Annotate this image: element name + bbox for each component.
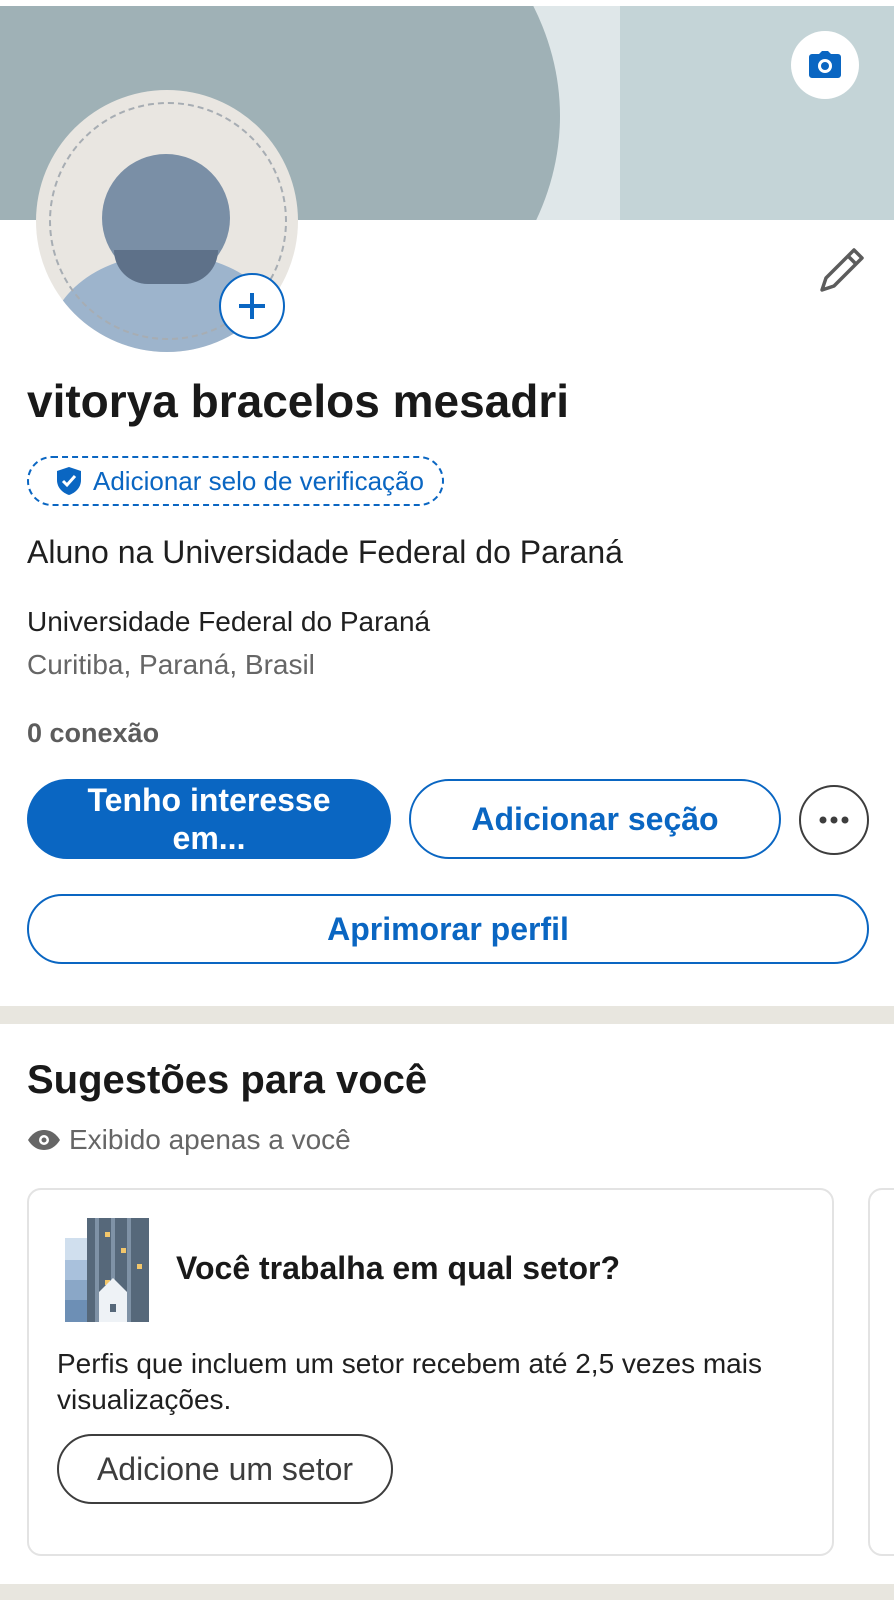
- edit-cover-button[interactable]: [791, 31, 859, 99]
- improve-profile-button[interactable]: Aprimorar perfil: [27, 894, 869, 964]
- next-suggestion-card[interactable]: [868, 1188, 894, 1556]
- more-icon: [819, 816, 849, 824]
- suggestions-title: Sugestões para você: [27, 1058, 428, 1102]
- industry-illustration: [65, 1218, 149, 1322]
- card-text: Perfis que incluem um setor recebem até …: [57, 1348, 762, 1415]
- visibility-note: Exibido apenas a você: [27, 1124, 351, 1156]
- verify-label: Adicionar selo de verificação: [93, 465, 424, 496]
- interest-button[interactable]: Tenho interesse em...: [27, 779, 391, 859]
- plus-icon: [239, 293, 265, 319]
- more-button[interactable]: [799, 785, 869, 855]
- add-industry-button[interactable]: Adicione um setor: [57, 1434, 393, 1504]
- profile-name: vitorya bracelos mesadri: [27, 375, 570, 427]
- profile-school[interactable]: Universidade Federal do Paraná: [27, 606, 430, 638]
- shield-check-icon: [57, 467, 81, 495]
- add-verification-button[interactable]: Adicionar selo de verificação: [27, 456, 444, 506]
- suggestion-card: Você trabalha em qual setor? Perfis que …: [27, 1188, 834, 1556]
- section-divider: [0, 1584, 894, 1600]
- connections-count[interactable]: 0 conexão: [27, 718, 159, 749]
- pencil-icon: [820, 248, 864, 292]
- camera-icon: [809, 51, 841, 78]
- visibility-text: Exibido apenas a você: [69, 1124, 351, 1155]
- interest-label: Tenho interesse em...: [87, 782, 331, 856]
- edit-profile-button[interactable]: [818, 246, 866, 294]
- card-title: Você trabalha em qual setor?: [176, 1250, 620, 1286]
- profile-headline: Aluno na Universidade Federal do Paraná: [27, 534, 623, 570]
- profile-location: Curitiba, Paraná, Brasil: [27, 649, 315, 680]
- add-photo-button[interactable]: [219, 273, 285, 339]
- section-divider: [0, 1006, 894, 1024]
- add-section-button[interactable]: Adicionar seção: [409, 779, 781, 859]
- eye-icon: [28, 1130, 60, 1150]
